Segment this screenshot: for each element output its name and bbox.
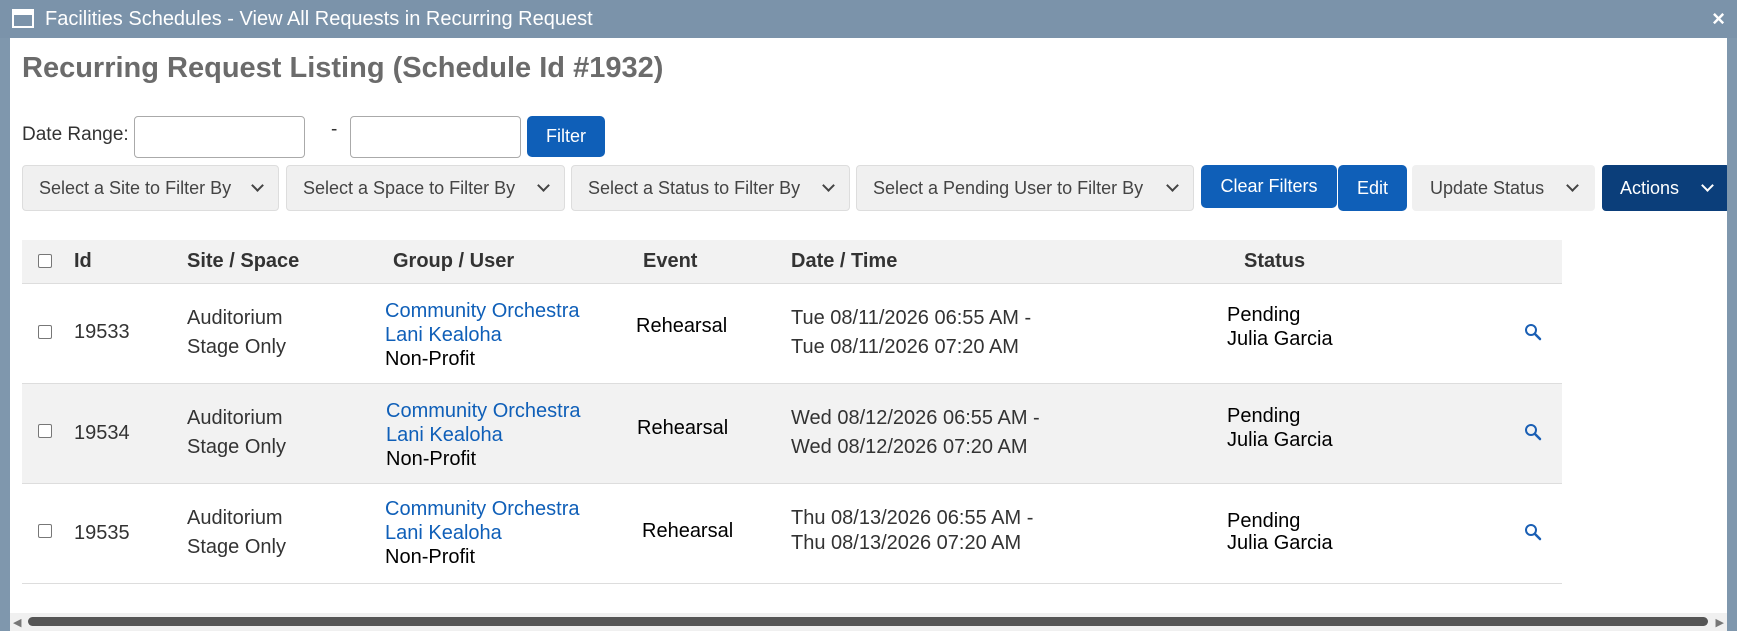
row-checkbox[interactable] <box>38 524 52 538</box>
space-filter-label: Select a Space to Filter By <box>303 177 516 198</box>
filter-button[interactable]: Filter <box>527 116 605 157</box>
row-event: Rehearsal <box>636 315 728 337</box>
row-space: Stage Only <box>187 336 286 358</box>
select-all-checkbox[interactable] <box>38 254 52 268</box>
site-filter-select[interactable]: Select a Site to Filter By <box>22 165 279 211</box>
row-start-time: Tue 08/11/2026 06:55 AM - <box>791 307 1032 329</box>
row-site: Auditorium <box>187 507 283 529</box>
column-header-id: Id <box>74 250 92 272</box>
date-to-input[interactable] <box>350 116 521 158</box>
chevron-down-icon <box>251 179 264 192</box>
date-range-dash: - <box>331 119 338 140</box>
scroll-right-icon[interactable]: ▶ <box>1716 616 1724 629</box>
row-end-time: Thu 08/13/2026 07:20 AM <box>791 532 1022 554</box>
row-user-link[interactable]: Lani Kealoha <box>386 423 503 447</box>
title-bar: Facilities Schedules - View All Requests… <box>0 0 1737 38</box>
window-icon <box>12 9 34 28</box>
update-status-button[interactable]: Update Status <box>1412 165 1595 211</box>
chevron-down-icon <box>822 179 835 192</box>
row-status: Pending <box>1227 405 1301 427</box>
row-status: Pending <box>1227 510 1301 532</box>
column-header-event: Event <box>643 250 698 272</box>
window-title: Facilities Schedules - View All Requests… <box>45 8 593 30</box>
row-space: Stage Only <box>187 536 286 558</box>
column-header-date-time: Date / Time <box>791 250 898 272</box>
scrollbar-thumb[interactable] <box>28 617 1708 626</box>
close-icon[interactable]: × <box>1712 6 1725 32</box>
row-pending-user: Julia Garcia <box>1227 532 1333 554</box>
row-site: Auditorium <box>187 307 283 329</box>
app-window: Facilities Schedules - View All Requests… <box>0 0 1737 631</box>
magnifier-icon[interactable] <box>1524 523 1542 541</box>
edit-button[interactable]: Edit <box>1338 165 1407 211</box>
row-user-link[interactable]: Lani Kealoha <box>385 323 502 347</box>
row-site: Auditorium <box>187 407 283 429</box>
date-range-label: Date Range: <box>22 124 129 145</box>
space-filter-select[interactable]: Select a Space to Filter By <box>286 165 565 211</box>
row-pending-user: Julia Garcia <box>1227 328 1333 350</box>
pending-user-filter-select[interactable]: Select a Pending User to Filter By <box>856 165 1194 211</box>
column-header-status: Status <box>1244 250 1306 272</box>
row-org-type: Non-Profit <box>386 448 477 470</box>
table-row: 19535 Auditorium Stage Only Community Or… <box>22 484 1562 584</box>
chevron-down-icon <box>537 179 550 192</box>
magnifier-icon[interactable] <box>1524 323 1542 341</box>
requests-table: Id Site / Space Group / User Event Date … <box>22 240 1562 584</box>
column-header-site-space: Site / Space <box>187 250 300 272</box>
row-group-link[interactable]: Community Orchestra <box>385 299 580 323</box>
magnifier-icon[interactable] <box>1524 423 1542 441</box>
clear-filters-button[interactable]: Clear Filters <box>1201 165 1337 208</box>
row-pending-user: Julia Garcia <box>1227 429 1333 451</box>
row-org-type: Non-Profit <box>385 348 476 370</box>
column-header-group-user: Group / User <box>393 250 515 272</box>
row-end-time: Wed 08/12/2026 07:20 AM <box>791 436 1028 458</box>
row-id: 19534 <box>74 422 130 444</box>
row-event: Rehearsal <box>637 417 729 439</box>
scroll-left-icon[interactable]: ◀ <box>13 616 21 629</box>
chevron-down-icon <box>1166 179 1179 192</box>
page-title: Recurring Request Listing (Schedule Id #… <box>22 52 664 84</box>
horizontal-scrollbar[interactable]: ◀ ▶ <box>10 613 1727 631</box>
dialog-content: Recurring Request Listing (Schedule Id #… <box>10 38 1727 631</box>
row-end-time: Tue 08/11/2026 07:20 AM <box>791 336 1019 358</box>
row-user-link[interactable]: Lani Kealoha <box>385 521 502 545</box>
row-group-link[interactable]: Community Orchestra <box>385 497 580 521</box>
row-start-time: Wed 08/12/2026 06:55 AM - <box>791 407 1040 429</box>
actions-label: Actions <box>1620 177 1680 198</box>
row-id: 19535 <box>74 522 130 544</box>
row-group-link[interactable]: Community Orchestra <box>386 399 581 423</box>
date-from-input[interactable] <box>134 116 305 158</box>
table-header: Id Site / Space Group / User Event Date … <box>22 240 1562 284</box>
row-id: 19533 <box>74 321 130 343</box>
row-checkbox[interactable] <box>38 325 52 339</box>
status-filter-label: Select a Status to Filter By <box>588 177 801 198</box>
row-space: Stage Only <box>187 436 286 458</box>
update-status-label: Update Status <box>1430 177 1545 198</box>
chevron-down-icon <box>1701 179 1714 192</box>
table-row: 19533 Auditorium Stage Only Community Or… <box>22 284 1562 384</box>
table-row: 19534 Auditorium Stage Only Community Or… <box>22 384 1562 484</box>
row-checkbox[interactable] <box>38 424 52 438</box>
status-filter-select[interactable]: Select a Status to Filter By <box>571 165 850 211</box>
row-start-time: Thu 08/13/2026 06:55 AM - <box>791 507 1034 529</box>
chevron-down-icon <box>1566 179 1579 192</box>
row-event: Rehearsal <box>642 520 734 542</box>
row-org-type: Non-Profit <box>385 546 476 568</box>
pending-user-filter-label: Select a Pending User to Filter By <box>873 177 1144 198</box>
row-status: Pending <box>1227 304 1301 326</box>
site-filter-label: Select a Site to Filter By <box>39 177 232 198</box>
actions-button[interactable]: Actions <box>1602 165 1727 211</box>
